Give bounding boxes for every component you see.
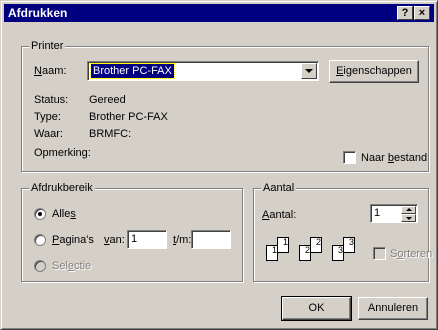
where-value: BRMFC:	[89, 128, 132, 140]
range-pages-radio[interactable]	[34, 234, 46, 246]
range-pages-label[interactable]: Pagina's	[52, 233, 94, 247]
collate-page-icon: 2	[310, 237, 322, 253]
print-to-file-label[interactable]: Naar bestand	[361, 151, 427, 165]
help-button[interactable]: ?	[397, 6, 413, 20]
collate-page-icon: 3	[343, 237, 355, 253]
from-input[interactable]: 1	[127, 230, 167, 249]
printer-name-value: Brother PC-FAX	[90, 63, 175, 79]
to-input[interactable]	[191, 230, 231, 249]
comment-label: Opmerking:	[34, 147, 91, 159]
copies-count-value: 1	[374, 207, 381, 219]
range-selection-label[interactable]: Selectie	[52, 259, 91, 273]
properties-button[interactable]: Eigenschappen	[329, 60, 419, 83]
collate-label[interactable]: Sorteren	[390, 247, 432, 261]
where-label: Waar:	[34, 128, 63, 140]
chevron-down-icon[interactable]	[301, 63, 317, 79]
copies-group: Aantal	[253, 181, 429, 282]
print-dialog: Afdrukken ? × Printer Naam: Brother PC-F…	[0, 0, 438, 330]
from-label: van:	[104, 234, 125, 246]
status-label: Status:	[34, 94, 69, 106]
to-label: t/m:	[173, 234, 192, 246]
collate-page-icon: 1	[277, 237, 289, 253]
dialog-title: Afdrukken	[8, 6, 68, 20]
title-bar[interactable]: Afdrukken ? ×	[4, 4, 434, 22]
printer-name-select[interactable]: Brother PC-FAX	[87, 61, 319, 81]
copies-count-label: Aantal:	[262, 209, 297, 221]
cancel-button[interactable]: Annuleren	[358, 297, 428, 320]
spin-up-icon[interactable]	[401, 206, 416, 214]
range-all-radio[interactable]	[34, 208, 46, 220]
type-label: Type:	[34, 111, 61, 123]
printer-name-label: Naam:	[34, 65, 67, 77]
collate-checkbox[interactable]	[373, 247, 386, 260]
print-range-legend: Afdrukbereik	[29, 181, 95, 195]
spin-down-icon[interactable]	[401, 214, 416, 222]
range-selection-radio[interactable]	[34, 260, 46, 272]
close-button[interactable]: ×	[414, 6, 430, 20]
type-value: Brother PC-FAX	[89, 111, 168, 123]
ok-button[interactable]: OK	[281, 296, 352, 321]
range-all-label[interactable]: Alles	[52, 207, 76, 221]
status-value: Gereed	[89, 94, 126, 106]
printer-group-legend: Printer	[29, 39, 66, 53]
print-to-file-checkbox[interactable]	[343, 151, 356, 164]
copies-legend: Aantal	[261, 181, 297, 195]
